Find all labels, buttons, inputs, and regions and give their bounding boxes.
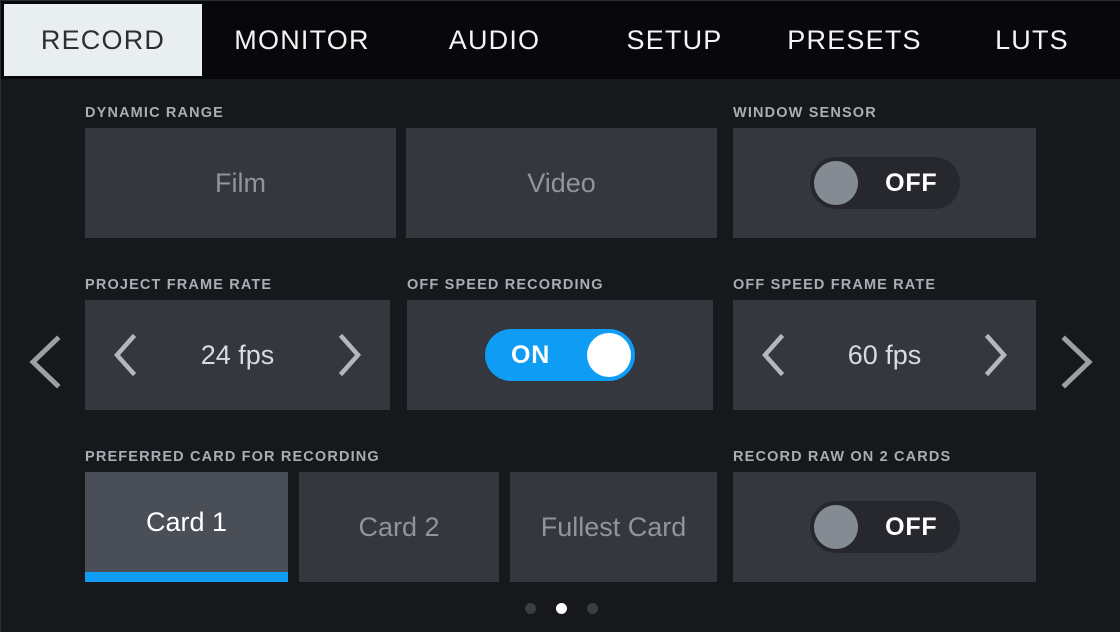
dynamic-range-option-film[interactable]: Film — [85, 128, 396, 238]
off-speed-recording-switch-knob — [587, 333, 631, 377]
main-tab-bar: RECORD MONITOR AUDIO SETUP PRESETS LUTS — [1, 1, 1120, 79]
tab-presets-label: PRESETS — [787, 24, 922, 55]
record-settings-panel: DYNAMIC RANGE Film Video WINDOW SENSOR O… — [1, 79, 1120, 632]
dynamic-range-options: Film Video — [85, 128, 717, 238]
off-speed-recording-switch[interactable]: ON — [485, 329, 635, 381]
page-dot-1[interactable] — [524, 603, 536, 614]
off-speed-recording-label: OFF SPEED RECORDING — [407, 277, 604, 293]
chevron-right-icon — [984, 333, 1008, 377]
window-sensor-state-label: OFF — [885, 168, 938, 197]
page-dot-3[interactable] — [586, 603, 598, 614]
record-raw-two-cards-group: RECORD RAW ON 2 CARDS OFF — [733, 449, 1036, 582]
window-sensor-group: WINDOW SENSOR OFF — [733, 105, 1036, 238]
preferred-card-group: PREFERRED CARD FOR RECORDING Card 1 Card… — [85, 449, 717, 582]
window-sensor-label: WINDOW SENSOR — [733, 105, 877, 121]
chevron-right-icon — [1061, 335, 1093, 389]
preferred-card-label: PREFERRED CARD FOR RECORDING — [85, 449, 380, 465]
record-raw-two-cards-toggle-tile[interactable]: OFF — [733, 472, 1036, 582]
dynamic-range-label: DYNAMIC RANGE — [85, 105, 225, 121]
preferred-card-option-fullest-card[interactable]: Fullest Card — [510, 472, 717, 582]
window-sensor-toggle-tile[interactable]: OFF — [733, 128, 1036, 238]
chevron-right-icon — [338, 333, 362, 377]
tab-luts-label: LUTS — [995, 24, 1069, 55]
preferred-card-option-card-2-label: Card 2 — [358, 511, 440, 542]
chevron-left-icon — [113, 333, 137, 377]
next-page-arrow[interactable] — [1051, 333, 1097, 391]
tab-audio-label: AUDIO — [448, 24, 541, 55]
record-raw-two-cards-switch[interactable]: OFF — [809, 501, 960, 553]
preferred-card-option-card-2[interactable]: Card 2 — [299, 472, 499, 582]
tab-record-label: RECORD — [40, 24, 166, 55]
project-frame-rate-decrement[interactable] — [111, 333, 141, 377]
preferred-card-options: Card 1 Card 2 Fullest Card — [85, 472, 717, 582]
record-raw-two-cards-label: RECORD RAW ON 2 CARDS — [733, 449, 952, 465]
dynamic-range-group: DYNAMIC RANGE Film Video — [85, 105, 717, 238]
off-speed-frame-rate-increment[interactable] — [980, 333, 1010, 377]
tab-record[interactable]: RECORD — [4, 4, 202, 76]
preferred-card-option-card-1-label: Card 1 — [145, 506, 228, 537]
chevron-left-icon — [29, 335, 61, 389]
preferred-card-selection-indicator — [85, 572, 288, 582]
tab-monitor[interactable]: MONITOR — [202, 4, 402, 76]
tab-monitor-label: MONITOR — [234, 24, 370, 55]
preferred-card-option-fullest-card-label: Fullest Card — [540, 511, 687, 542]
off-speed-frame-rate-decrement[interactable] — [759, 333, 789, 377]
record-raw-two-cards-switch-knob — [813, 505, 858, 549]
tab-presets[interactable]: PRESETS — [762, 4, 947, 76]
project-frame-rate-value: 24 fps — [200, 339, 275, 370]
off-speed-frame-rate-stepper[interactable]: 60 fps — [733, 300, 1036, 410]
off-speed-frame-rate-label: OFF SPEED FRAME RATE — [733, 277, 937, 293]
dynamic-range-option-film-label: Film — [215, 167, 266, 198]
window-sensor-switch[interactable]: OFF — [809, 157, 960, 209]
page-dot-2[interactable] — [555, 603, 567, 614]
project-frame-rate-stepper[interactable]: 24 fps — [85, 300, 390, 410]
project-frame-rate-group: PROJECT FRAME RATE 24 fps — [85, 277, 390, 410]
record-raw-two-cards-state-label: OFF — [885, 512, 938, 541]
tab-audio[interactable]: AUDIO — [402, 4, 587, 76]
tab-setup[interactable]: SETUP — [587, 4, 762, 76]
off-speed-recording-state-label: ON — [511, 340, 551, 369]
off-speed-frame-rate-group: OFF SPEED FRAME RATE 60 fps — [733, 277, 1036, 410]
dynamic-range-option-video-label: Video — [527, 167, 596, 198]
camera-settings-screen: RECORD MONITOR AUDIO SETUP PRESETS LUTS — [0, 0, 1120, 632]
tab-luts[interactable]: LUTS — [947, 4, 1117, 76]
off-speed-frame-rate-value: 60 fps — [847, 339, 922, 370]
project-frame-rate-label: PROJECT FRAME RATE — [85, 277, 273, 293]
previous-page-arrow[interactable] — [25, 333, 71, 391]
preferred-card-option-card-1[interactable]: Card 1 — [85, 472, 288, 582]
project-frame-rate-increment[interactable] — [334, 333, 364, 377]
dynamic-range-option-video[interactable]: Video — [406, 128, 717, 238]
page-indicator — [1, 603, 1120, 614]
off-speed-recording-group: OFF SPEED RECORDING ON — [407, 277, 713, 410]
tab-setup-label: SETUP — [626, 24, 723, 55]
off-speed-recording-toggle-tile[interactable]: ON — [407, 300, 713, 410]
chevron-left-icon — [761, 333, 785, 377]
window-sensor-switch-knob — [813, 161, 858, 205]
